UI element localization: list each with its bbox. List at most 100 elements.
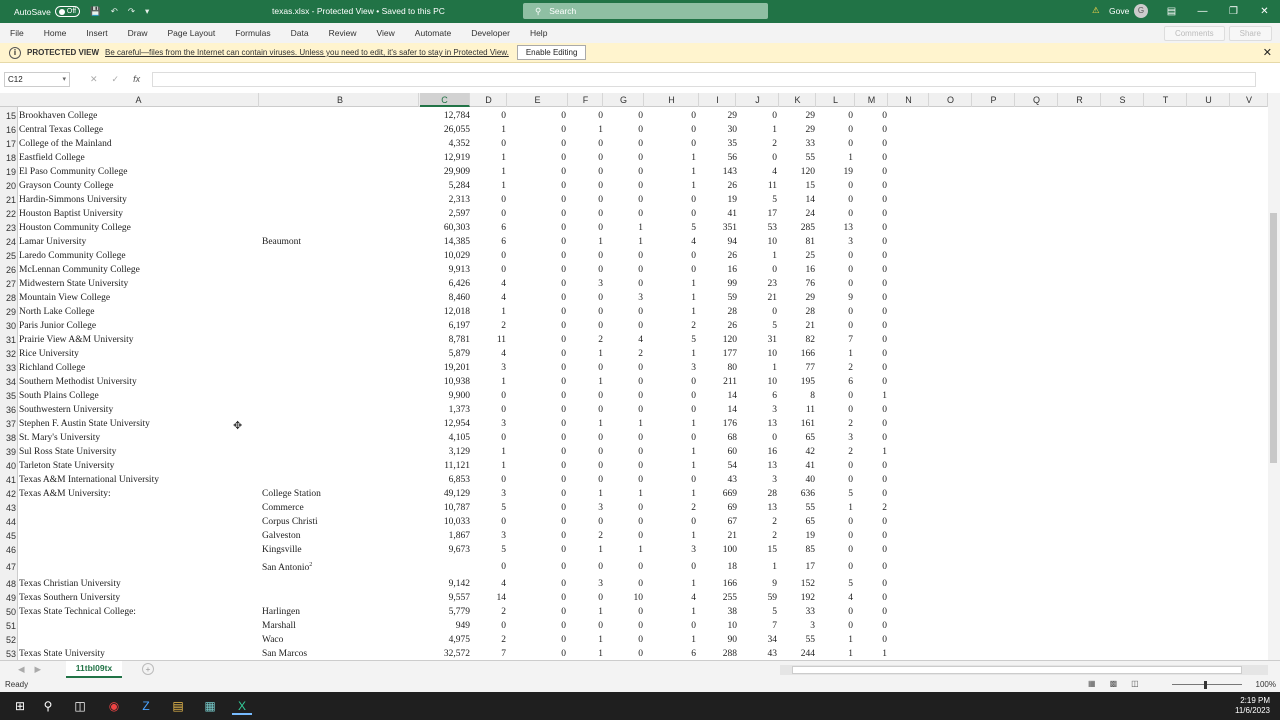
cell-d[interactable]: 1 — [446, 125, 506, 135]
cell-g[interactable]: 0 — [583, 377, 643, 387]
cell-d[interactable]: 0 — [446, 405, 506, 415]
cell-d[interactable]: 0 — [446, 251, 506, 261]
cell-institution[interactable]: Tarleton State University — [19, 461, 259, 471]
cell-institution[interactable]: Midwestern State University — [19, 279, 259, 289]
cell-institution[interactable]: Texas A&M International University — [19, 475, 259, 485]
cell-institution[interactable]: Houston Baptist University — [19, 209, 259, 219]
menu-automate[interactable]: Automate — [405, 28, 461, 38]
cell-institution[interactable]: Richland College — [19, 363, 259, 373]
cell-g[interactable]: 0 — [583, 181, 643, 191]
row-number[interactable]: 22 — [0, 209, 18, 219]
cell-m[interactable]: 0 — [827, 405, 887, 415]
row-number[interactable]: 45 — [0, 531, 18, 541]
sheet-nav-arrows-icon[interactable]: ◀▶ — [18, 664, 51, 675]
cell-d[interactable]: 0 — [446, 391, 506, 401]
cell-institution[interactable]: Rice University — [19, 349, 259, 359]
row-number[interactable]: 28 — [0, 293, 18, 303]
row-number[interactable]: 25 — [0, 251, 18, 261]
enable-editing-button[interactable]: Enable Editing — [516, 45, 587, 60]
cell-m[interactable]: 0 — [827, 489, 887, 499]
windows-start-icon[interactable]: ⊞ — [10, 697, 30, 715]
cell-g[interactable]: 0 — [583, 517, 643, 527]
cell-m[interactable]: 0 — [827, 251, 887, 261]
cell-g[interactable]: 0 — [583, 391, 643, 401]
ribbon-display-icon[interactable]: ▤ — [1156, 0, 1187, 23]
column-header-i[interactable]: I — [700, 93, 736, 107]
cell-d[interactable]: 2 — [446, 607, 506, 617]
cell-d[interactable]: 3 — [446, 363, 506, 373]
row-number[interactable]: 31 — [0, 335, 18, 345]
cell-institution[interactable]: Texas A&M University: — [19, 489, 259, 499]
cell-d[interactable]: 1 — [446, 461, 506, 471]
cell-institution[interactable]: St. Mary's University — [19, 433, 259, 443]
user-name[interactable]: Gove — [1109, 6, 1129, 16]
cell-g[interactable]: 0 — [583, 363, 643, 373]
cell-g[interactable]: 1 — [583, 545, 643, 555]
cell-g[interactable]: 0 — [583, 321, 643, 331]
cell-g[interactable]: 0 — [583, 461, 643, 471]
cancel-icon[interactable]: ✕ — [90, 74, 98, 85]
row-number[interactable]: 21 — [0, 195, 18, 205]
menu-data[interactable]: Data — [281, 28, 319, 38]
cell-campus[interactable]: San Antonio2 — [262, 562, 417, 573]
autosave-toggle[interactable]: Off — [54, 6, 81, 17]
cell-campus[interactable]: Marshall — [262, 621, 417, 631]
cell-g[interactable]: 2 — [583, 349, 643, 359]
cell-g[interactable]: 0 — [583, 579, 643, 589]
cell-m[interactable]: 0 — [827, 562, 887, 572]
row-number[interactable]: 34 — [0, 377, 18, 387]
cell-institution[interactable]: North Lake College — [19, 307, 259, 317]
cell-g[interactable]: 0 — [583, 251, 643, 261]
cell-m[interactable]: 0 — [827, 153, 887, 163]
cell-d[interactable]: 1 — [446, 377, 506, 387]
zoom-level[interactable]: 100% — [1256, 680, 1276, 689]
cell-g[interactable]: 0 — [583, 635, 643, 645]
cell-m[interactable]: 0 — [827, 125, 887, 135]
cell-campus[interactable]: Harlingen — [262, 607, 417, 617]
share-button[interactable]: Share — [1228, 25, 1272, 41]
cell-m[interactable]: 0 — [827, 433, 887, 443]
enter-icon[interactable]: ✓ — [112, 74, 120, 85]
column-header-a[interactable]: A — [19, 93, 259, 107]
cell-campus[interactable]: Commerce — [262, 503, 417, 513]
app-icon[interactable]: ▦ — [200, 697, 220, 715]
avatar[interactable]: G — [1134, 4, 1148, 18]
cell-g[interactable]: 0 — [583, 607, 643, 617]
cell-institution[interactable]: Central Texas College — [19, 125, 259, 135]
row-number[interactable]: 52 — [0, 635, 18, 645]
cell-d[interactable]: 4 — [446, 279, 506, 289]
cell-m[interactable]: 0 — [827, 209, 887, 219]
vertical-scrollbar[interactable] — [1268, 93, 1280, 660]
cell-m[interactable]: 0 — [827, 531, 887, 541]
cell-institution[interactable]: Sul Ross State University — [19, 447, 259, 457]
cell-m[interactable]: 2 — [827, 503, 887, 513]
column-header-l[interactable]: L — [817, 93, 855, 107]
cell-institution[interactable]: Prairie View A&M University — [19, 335, 259, 345]
cell-campus[interactable]: Beaumont — [262, 237, 417, 247]
column-header-p[interactable]: P — [973, 93, 1015, 107]
column-header-t[interactable]: T — [1145, 93, 1187, 107]
row-number[interactable]: 39 — [0, 447, 18, 457]
cell-m[interactable]: 0 — [827, 321, 887, 331]
chevron-down-icon[interactable]: ▾ — [62, 73, 66, 86]
cell-d[interactable]: 11 — [446, 335, 506, 345]
clock[interactable]: 2:19 PM 11/6/2023 — [1235, 696, 1270, 716]
column-header-c[interactable]: C — [420, 93, 470, 107]
row-number[interactable]: 20 — [0, 181, 18, 191]
zoom-app-icon[interactable]: Z — [136, 697, 156, 715]
cell-g[interactable]: 4 — [583, 335, 643, 345]
row-number[interactable]: 15 — [0, 111, 18, 121]
row-number[interactable]: 43 — [0, 503, 18, 513]
restore-icon[interactable]: ❐ — [1218, 0, 1249, 23]
cell-m[interactable]: 0 — [827, 307, 887, 317]
row-number[interactable]: 49 — [0, 593, 18, 603]
cell-campus[interactable]: Corpus Christi — [262, 517, 417, 527]
menu-review[interactable]: Review — [319, 28, 367, 38]
row-number[interactable]: 35 — [0, 391, 18, 401]
minimize-icon[interactable]: — — [1187, 0, 1218, 23]
cell-d[interactable]: 0 — [446, 621, 506, 631]
zoom-slider-knob[interactable] — [1204, 681, 1207, 689]
save-icon[interactable]: 💾 — [90, 6, 101, 17]
cell-g[interactable]: 0 — [583, 139, 643, 149]
cell-campus[interactable]: San Marcos — [262, 649, 417, 659]
